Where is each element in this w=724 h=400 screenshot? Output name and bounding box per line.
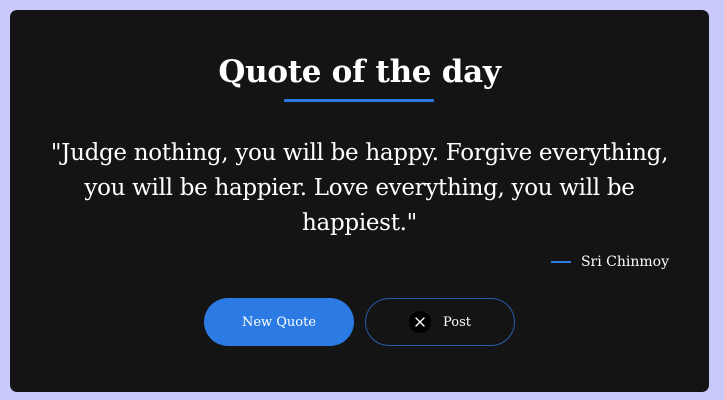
- quote-card: Quote of the day "Judge nothing, you wil…: [10, 10, 709, 392]
- page-title: Quote of the day: [218, 54, 501, 90]
- author-name: Sri Chinmoy: [580, 254, 669, 270]
- new-quote-label: New Quote: [241, 314, 317, 330]
- post-label: Post: [443, 314, 471, 330]
- author-dash: [550, 261, 571, 263]
- title-underline: [284, 99, 434, 102]
- new-quote-button[interactable]: New Quote: [204, 298, 354, 346]
- quote-author: Sri Chinmoy: [550, 254, 669, 270]
- x-logo-icon: [409, 311, 432, 333]
- post-button[interactable]: Post: [365, 298, 515, 346]
- quote-text: "Judge nothing, you will be happy. Forgi…: [50, 140, 669, 236]
